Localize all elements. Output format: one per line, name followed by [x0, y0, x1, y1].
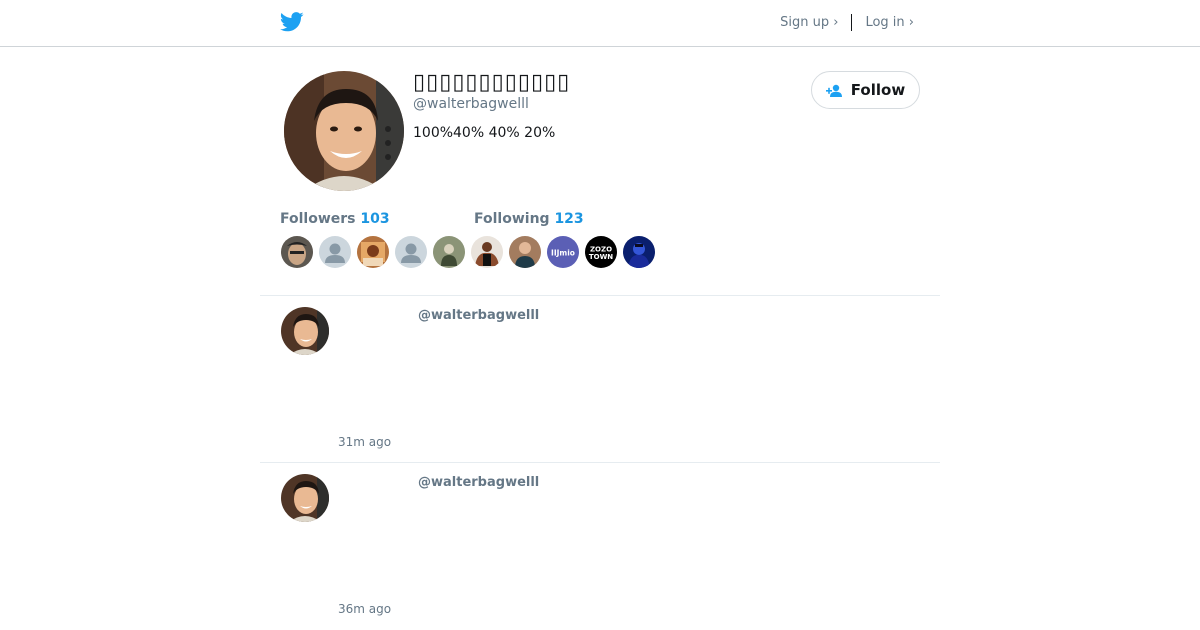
profile-avatar[interactable]	[284, 71, 404, 191]
profile-bio: 100%40% 40% 20%	[413, 125, 556, 141]
followers-stat[interactable]: Followers 103	[280, 211, 390, 227]
follow-button[interactable]: Follow	[811, 71, 920, 109]
tweet-avatar[interactable]	[281, 307, 329, 355]
follower-avatar[interactable]: ZOZO TOWN	[585, 236, 617, 268]
follower-avatar-list: IIJmio ZOZO TOWN	[281, 236, 655, 268]
tweet-timestamp[interactable]: 36m ago	[338, 602, 391, 616]
follower-avatar[interactable]	[509, 236, 541, 268]
login-link[interactable]: Log in ›	[865, 15, 914, 30]
add-user-icon	[825, 84, 842, 97]
avatar-text-line2: TOWN	[589, 253, 613, 261]
separator	[851, 14, 853, 31]
tweet-handle[interactable]: @walterbagwelll	[418, 475, 539, 490]
follower-avatar[interactable]	[623, 236, 655, 268]
following-count: 123	[554, 211, 584, 227]
default-user-icon[interactable]	[319, 236, 351, 268]
follower-avatar[interactable]	[471, 236, 503, 268]
signup-link[interactable]: Sign up ›	[780, 15, 838, 30]
tweet-divider	[260, 462, 940, 463]
follower-avatar[interactable]	[433, 236, 465, 268]
profile-display-name: ▯▯▯▯▯▯▯▯▯▯▯▯	[413, 70, 571, 95]
tweet-handle[interactable]: @walterbagwelll	[418, 308, 539, 323]
top-bar: Sign up › Log in ›	[0, 0, 1200, 47]
followers-label: Followers	[280, 211, 356, 227]
auth-links: Sign up › Log in ›	[780, 14, 914, 31]
section-divider	[260, 295, 940, 296]
following-stat[interactable]: Following 123	[474, 211, 584, 227]
twitter-bird-icon[interactable]	[280, 11, 304, 33]
follower-avatar[interactable]: IIJmio	[547, 236, 579, 268]
tweet-timestamp[interactable]: 31m ago	[338, 435, 391, 449]
follower-avatar[interactable]	[357, 236, 389, 268]
avatar-text: IIJmio	[551, 249, 575, 258]
following-label: Following	[474, 211, 550, 227]
tweet-avatar[interactable]	[281, 474, 329, 522]
follower-avatar[interactable]	[281, 236, 313, 268]
follow-label: Follow	[850, 81, 906, 99]
default-user-icon[interactable]	[395, 236, 427, 268]
profile-handle: @walterbagwelll	[413, 96, 529, 112]
followers-count: 103	[360, 211, 390, 227]
